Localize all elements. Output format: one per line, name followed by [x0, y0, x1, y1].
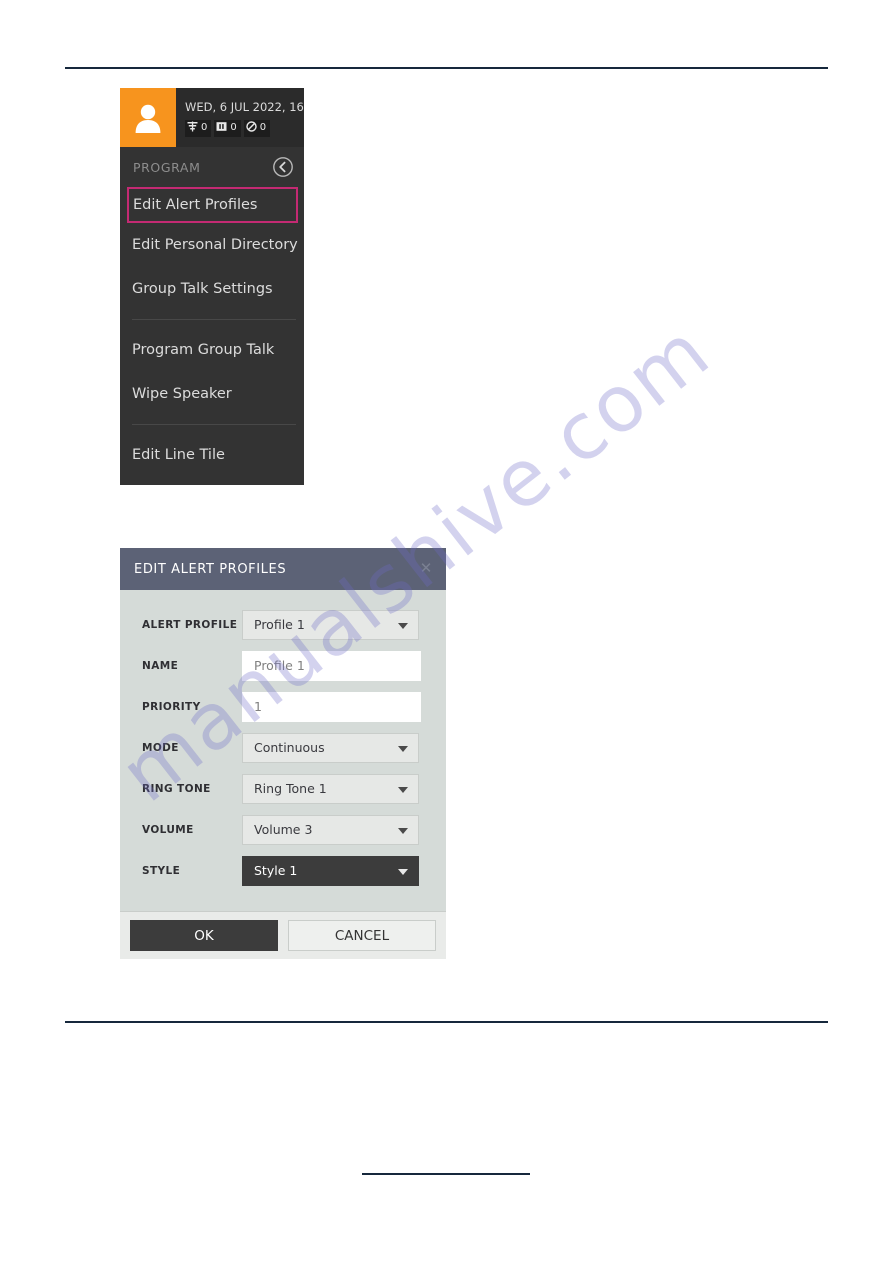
field-row-name: NAME Profile 1: [120, 645, 446, 686]
field-value: 1: [254, 699, 262, 714]
ring-tone-select[interactable]: Ring Tone 1: [242, 773, 419, 804]
sidebar-item-program-group-talk[interactable]: Program Group Talk: [120, 328, 304, 372]
cancel-button[interactable]: CANCEL: [288, 920, 436, 951]
chevron-down-icon: [398, 745, 408, 752]
sidebar-item-label: Program Group Talk: [132, 342, 275, 358]
chevron-down-icon: [398, 622, 408, 629]
field-label: PRIORITY: [142, 700, 201, 713]
priority-input[interactable]: 1: [242, 691, 421, 722]
status-priority-list[interactable]: 0: [185, 119, 212, 137]
field-row-alert-profile: ALERT PROFILE Profile 1: [120, 604, 446, 645]
page-divider-top: [65, 67, 828, 69]
field-row-volume: VOLUME Volume 3: [120, 809, 446, 850]
hold-pause-icon: [216, 119, 227, 137]
back-chevron-circle-icon[interactable]: [272, 156, 294, 178]
status-do-not-disturb[interactable]: 0: [243, 119, 271, 137]
field-label: MODE: [142, 741, 179, 754]
field-label: VOLUME: [142, 823, 194, 836]
name-input[interactable]: Profile 1: [242, 650, 421, 681]
dialog-form: ALERT PROFILE Profile 1 NAME Profile 1 P…: [120, 590, 446, 911]
edit-alert-profiles-dialog: EDIT ALERT PROFILES ✕ ALERT PROFILE Prof…: [120, 548, 446, 959]
status-hold[interactable]: 0: [214, 119, 241, 137]
chevron-down-icon: [398, 868, 408, 875]
menu-divider: [132, 319, 296, 320]
mode-select[interactable]: Continuous: [242, 732, 419, 763]
menu-section-header: PROGRAM: [120, 147, 304, 187]
page-divider-bottom: [65, 1021, 828, 1023]
field-value: Profile 1: [254, 617, 305, 632]
device-status-counters: 0 0 0: [185, 119, 304, 137]
sidebar-item-label: Edit Alert Profiles: [133, 197, 258, 213]
menu-section-title: PROGRAM: [133, 159, 201, 175]
field-label: STYLE: [142, 864, 181, 877]
menu-divider: [132, 424, 296, 425]
field-row-ring-tone: RING TONE Ring Tone 1: [120, 768, 446, 809]
do-not-disturb-icon: [246, 119, 257, 137]
field-value: Ring Tone 1: [254, 781, 327, 796]
status-dnd-count: 0: [259, 122, 267, 133]
field-value: Profile 1: [254, 658, 305, 673]
chevron-down-icon: [398, 827, 408, 834]
sidebar-item-label: Edit Line Tile: [132, 447, 225, 463]
field-row-mode: MODE Continuous: [120, 727, 446, 768]
status-hold-count: 0: [230, 122, 237, 133]
sidebar-item-edit-personal-directory[interactable]: Edit Personal Directory: [120, 223, 304, 267]
sidebar-item-wipe-speaker[interactable]: Wipe Speaker: [120, 372, 304, 416]
field-label: NAME: [142, 659, 179, 672]
field-value: Volume 3: [254, 822, 313, 837]
program-menu-list: Edit Alert Profiles Edit Personal Direct…: [120, 187, 304, 477]
sidebar-item-group-talk-settings[interactable]: Group Talk Settings: [120, 267, 304, 311]
field-row-style: STYLE Style 1: [120, 850, 446, 891]
sidebar-item-label: Group Talk Settings: [132, 281, 273, 297]
field-row-priority: PRIORITY 1: [120, 686, 446, 727]
style-select[interactable]: Style 1: [242, 855, 419, 886]
sidebar-item-edit-alert-profiles[interactable]: Edit Alert Profiles: [127, 187, 298, 223]
dialog-title: EDIT ALERT PROFILES: [134, 561, 287, 577]
device-datetime: WED, 6 JUL 2022, 16:5: [185, 99, 304, 114]
volume-select[interactable]: Volume 3: [242, 814, 419, 845]
sidebar-item-edit-line-tile[interactable]: Edit Line Tile: [120, 433, 304, 477]
status-priority-count: 0: [201, 122, 208, 133]
field-label: ALERT PROFILE: [142, 618, 238, 631]
priority-list-icon: [187, 119, 198, 137]
ok-button[interactable]: OK: [130, 920, 278, 951]
close-x-icon[interactable]: ✕: [418, 561, 434, 577]
dialog-title-bar: EDIT ALERT PROFILES ✕: [120, 548, 446, 590]
user-avatar-icon[interactable]: [120, 88, 176, 147]
page-footer-divider: [362, 1173, 530, 1175]
field-value: Style 1: [254, 863, 298, 878]
chevron-down-icon: [398, 786, 408, 793]
alert-profile-select[interactable]: Profile 1: [242, 609, 419, 640]
device-status-bar: WED, 6 JUL 2022, 16:5 0 0 0: [120, 88, 304, 147]
device-topbar-info: WED, 6 JUL 2022, 16:5 0 0 0: [176, 88, 304, 147]
field-value: Continuous: [254, 740, 325, 755]
dialog-actions: OK CANCEL: [120, 911, 446, 959]
device-program-menu: WED, 6 JUL 2022, 16:5 0 0 0 PROGRAM Edit…: [120, 88, 304, 485]
sidebar-item-label: Wipe Speaker: [132, 386, 232, 402]
field-label: RING TONE: [142, 782, 211, 795]
sidebar-item-label: Edit Personal Directory: [132, 237, 298, 253]
